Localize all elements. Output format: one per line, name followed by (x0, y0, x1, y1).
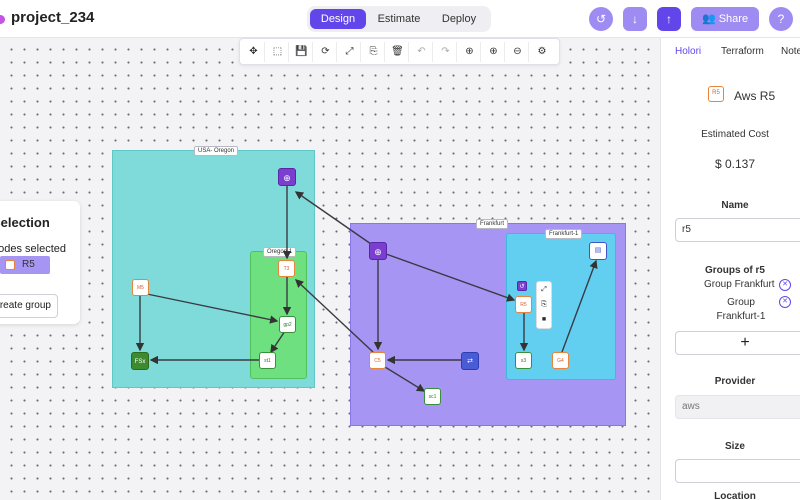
edge-m5-to-gp2 (146, 293, 279, 324)
size-select[interactable]: ▼ (675, 459, 800, 483)
ec2-node-c5[interactable]: C5 (369, 352, 386, 369)
refresh-icon[interactable]: ⟳ (315, 42, 337, 62)
selection-panel: Selection nodes selected R5 Create group (0, 201, 80, 324)
tab-notes[interactable]: Notes (781, 46, 800, 57)
groups-label: Groups of r5 (704, 265, 765, 276)
gateway-node-frankfurt[interactable]: ⊕ (369, 242, 387, 260)
storage-node-gp2[interactable]: gp2 (279, 316, 296, 333)
storage-node-sc1[interactable]: sc1 (424, 388, 441, 405)
edge-frankfurt-gw-to-top-gw (294, 191, 372, 245)
database-node[interactable]: ▤ (589, 242, 607, 260)
add-group-button[interactable]: + (675, 331, 800, 355)
edge-c5-to-s3 (384, 366, 426, 392)
selection-title: Selection (0, 215, 50, 230)
edge-gp2-to-st1 (270, 330, 286, 354)
node-context-tools: ⤢ ⎘ ■ (536, 281, 552, 329)
properties-panel: Holori Terraform Notes R5 Aws R5 Estimat… (660, 38, 800, 500)
provider-input: aws (675, 395, 800, 419)
chip-icon: R5 (708, 86, 724, 102)
selected-node-label: R5 (22, 259, 35, 270)
small-selected-node[interactable]: ↺ (517, 281, 527, 291)
tab-terraform[interactable]: Terraform (721, 46, 764, 57)
estimated-cost-value: $ 0.137 (714, 157, 756, 171)
selection-subtitle: nodes selected (0, 243, 66, 255)
resize-icon[interactable]: ⤢ (537, 282, 551, 297)
location-label: Location (714, 491, 756, 500)
fsx-node[interactable]: FSx (131, 352, 149, 370)
delete-icon[interactable]: ■ (537, 312, 551, 327)
zoom-in-icon[interactable]: ⊕ (459, 42, 481, 62)
settings-icon[interactable]: ⚙ (531, 42, 553, 62)
resource-name: Aws R5 (734, 89, 776, 103)
edge-g4-to-db (561, 259, 598, 353)
ec2-node-t3[interactable]: T3 (278, 260, 295, 277)
name-input[interactable]: r5 (675, 218, 800, 242)
copy-icon[interactable]: ⎘ (363, 42, 385, 62)
estimated-cost-label: Estimated Cost (701, 129, 769, 140)
save-icon[interactable]: 💾 (291, 42, 313, 62)
provider-label: Provider (714, 376, 756, 387)
ec2-node-m5[interactable]: M5 (132, 279, 149, 296)
chip-icon (5, 260, 15, 270)
gateway-node-top[interactable]: ⊕ (278, 168, 296, 186)
selected-node-item[interactable]: R5 (0, 256, 50, 274)
move-icon[interactable]: ✥ (243, 42, 265, 62)
tab-holori[interactable]: Holori (675, 46, 701, 57)
storage-node-s3-frankfurt[interactable]: s3 (515, 352, 532, 369)
delete-icon[interactable]: 🗑 (387, 42, 409, 62)
group-row-frankfurt-1: Group Frankfurt-1 (716, 297, 766, 322)
select-area-icon[interactable]: ⬚ (267, 42, 289, 62)
group-row-frankfurt: Group Frankfurt (704, 279, 775, 290)
zoom-out-icon[interactable]: ⊖ (507, 42, 529, 62)
remove-group-icon[interactable]: ✕ (779, 296, 791, 308)
vpc-endpoint-node[interactable]: ⇄ (461, 352, 479, 370)
edge-c5-to-t3 (294, 279, 374, 353)
ec2-node-g4[interactable]: G4 (552, 352, 569, 369)
ec2-node-r5[interactable]: R5 (515, 296, 532, 313)
size-label: Size (724, 441, 745, 452)
create-group-button[interactable]: Create group (0, 294, 58, 318)
zoom-reset-icon[interactable]: ⊕ (483, 42, 505, 62)
expand-icon[interactable]: ⤢ (339, 42, 361, 62)
edge-frankfurt-gw-to-r5 (385, 253, 516, 302)
redo-icon[interactable]: ↷ (435, 42, 457, 62)
name-label: Name (721, 200, 749, 211)
canvas-toolbar: ✥ ⬚ 💾 ⟳ ⤢ ⎘ 🗑 ↶ ↷ ⊕ ⊕ ⊖ ⚙ (239, 38, 560, 65)
storage-node-st1[interactable]: st1 (259, 352, 276, 369)
remove-group-icon[interactable]: ✕ (779, 279, 791, 291)
undo-icon[interactable]: ↶ (411, 42, 433, 62)
duplicate-icon[interactable]: ⎘ (537, 297, 551, 312)
